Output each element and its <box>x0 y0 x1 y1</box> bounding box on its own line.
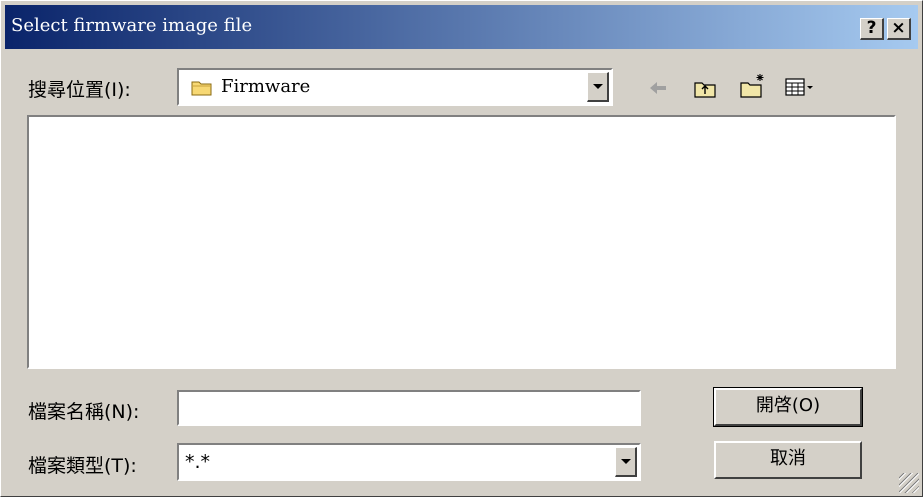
filetype-dropdown[interactable]: *.* <box>177 443 641 481</box>
look-in-dropdown[interactable]: Firmware <box>177 68 613 106</box>
help-button[interactable]: ? <box>860 18 884 40</box>
look-in-dropdown-arrow[interactable] <box>587 72 609 102</box>
title-bar[interactable]: Select firmware image file ? × <box>5 5 918 49</box>
back-arrow-icon[interactable] <box>647 77 669 99</box>
view-menu-icon[interactable] <box>785 77 815 99</box>
open-button[interactable]: 開啓(O) <box>713 387 863 427</box>
look-in-value: Firmware <box>221 76 311 97</box>
filetype-label: 檔案類型(T): <box>28 455 137 477</box>
window-title: Select firmware image file <box>11 15 253 36</box>
filetype-value: *.* <box>185 451 211 473</box>
dialog-window: Select firmware image file ? × 搜尋位置(I): … <box>0 0 923 497</box>
filename-input[interactable] <box>177 390 641 426</box>
cancel-button[interactable]: 取消 <box>714 441 862 479</box>
filetype-dropdown-arrow[interactable] <box>615 447 637 477</box>
resize-grip[interactable] <box>899 473 919 493</box>
new-folder-icon[interactable] <box>739 71 767 99</box>
look-in-label: 搜尋位置(I): <box>28 79 131 101</box>
up-folder-icon[interactable] <box>693 77 717 99</box>
close-button[interactable]: × <box>887 18 911 40</box>
folder-icon <box>191 81 212 96</box>
filename-label: 檔案名稱(N): <box>28 401 140 423</box>
file-list[interactable] <box>27 115 896 369</box>
